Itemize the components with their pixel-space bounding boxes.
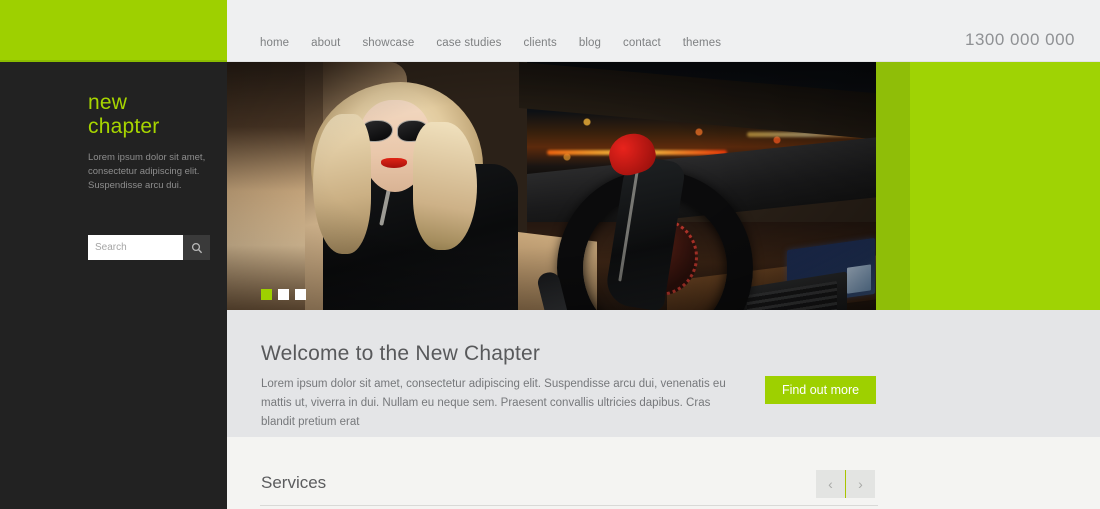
chevron-left-icon[interactable]: ‹ xyxy=(816,470,845,498)
welcome-paragraph: Lorem ipsum dolor sit amet, consectetur … xyxy=(261,378,726,428)
hero-image xyxy=(227,62,876,310)
nav-item-showcase[interactable]: showcase xyxy=(362,37,414,49)
search-icon xyxy=(191,242,202,253)
nav-item-clients[interactable]: clients xyxy=(524,37,557,49)
image-vignette xyxy=(227,62,876,310)
welcome-panel-right-fill xyxy=(910,310,1100,437)
nav-item-blog[interactable]: blog xyxy=(579,37,601,49)
nav-item-themes[interactable]: themes xyxy=(683,37,721,49)
sidebar: new chapter Lorem ipsum dolor sit amet, … xyxy=(0,62,227,509)
nav-item-contact[interactable]: contact xyxy=(623,37,661,49)
find-out-more-button[interactable]: Find out more xyxy=(765,376,876,404)
search-button[interactable] xyxy=(183,235,210,260)
services-heading: Services xyxy=(261,473,327,492)
brand-block xyxy=(0,0,227,62)
slider-pagination xyxy=(261,289,306,300)
slider-dot-2[interactable] xyxy=(278,289,289,300)
nav-item-case-studies[interactable]: case studies xyxy=(436,37,501,49)
logo-line-1: new xyxy=(88,91,128,114)
green-accent-strip xyxy=(876,62,910,310)
site-header: home about showcase case studies clients… xyxy=(227,0,1100,62)
hero-slider[interactable] xyxy=(227,62,876,310)
green-accent-panel xyxy=(910,62,1100,310)
chevron-right-icon[interactable]: › xyxy=(846,470,875,498)
nav-item-about[interactable]: about xyxy=(311,37,340,49)
search-form xyxy=(88,235,210,260)
page-root: new chapter Lorem ipsum dolor sit amet, … xyxy=(0,0,1100,509)
services-carousel-controls: ‹ › xyxy=(816,470,875,498)
site-logo[interactable]: new chapter xyxy=(88,91,159,139)
slider-dot-1[interactable] xyxy=(261,289,272,300)
slider-dot-3[interactable] xyxy=(295,289,306,300)
welcome-panel: Welcome to the New Chapter Lorem ipsum d… xyxy=(227,310,910,437)
main-navigation: home about showcase case studies clients… xyxy=(260,37,721,49)
logo-line-2: chapter xyxy=(88,115,160,138)
sidebar-description: Lorem ipsum dolor sit amet, consectetur … xyxy=(88,152,206,191)
services-section: Services ‹ › xyxy=(227,437,1100,509)
search-input[interactable] xyxy=(88,235,183,260)
nav-item-home[interactable]: home xyxy=(260,37,289,49)
services-divider xyxy=(260,505,878,506)
welcome-heading: Welcome to the New Chapter xyxy=(261,342,541,365)
phone-number: 1300 000 000 xyxy=(965,30,1075,49)
